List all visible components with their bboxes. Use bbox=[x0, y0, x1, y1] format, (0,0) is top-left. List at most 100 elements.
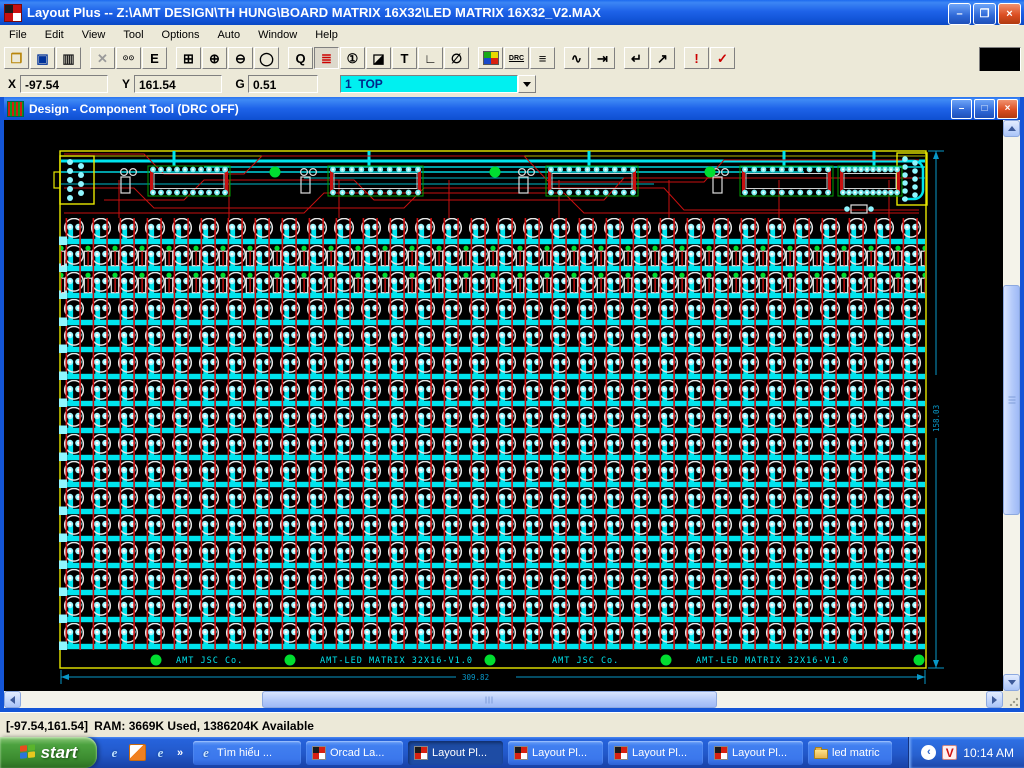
scroll-down-button[interactable] bbox=[1003, 674, 1020, 691]
coordinate-bar: X -97.54 Y 161.54 G 0.51 1 TOP bbox=[0, 71, 1024, 97]
design-window-title: Design - Component Tool (DRC OFF) bbox=[29, 101, 239, 116]
thumb-grip bbox=[1008, 396, 1015, 404]
open-icon: ❒ bbox=[10, 50, 23, 66]
find-icon: ⊙⊙ bbox=[122, 54, 135, 62]
scroll-up-button[interactable] bbox=[1003, 120, 1020, 137]
taskbar-button-label: Layout Pl... bbox=[532, 746, 588, 759]
toolbar-query-button[interactable]: Q bbox=[288, 47, 313, 69]
toolbar-online-drc-button[interactable]: DRC bbox=[504, 47, 529, 69]
toolbar-component-tool-button[interactable]: ① bbox=[340, 47, 365, 69]
menu-edit[interactable]: Edit bbox=[36, 26, 73, 44]
horizontal-scrollbar[interactable] bbox=[4, 691, 1003, 708]
scroll-right-button[interactable] bbox=[986, 691, 1003, 708]
design-maximize-button[interactable]: □ bbox=[974, 99, 995, 119]
toolbar-shove-track-button[interactable]: ⇥ bbox=[590, 47, 615, 69]
toolbar-route-in-button[interactable]: ↵ bbox=[624, 47, 649, 69]
color-rules-icon: ≣ bbox=[321, 50, 332, 66]
toolbar-text-tool-button[interactable]: T bbox=[392, 47, 417, 69]
y-axis-label: Y bbox=[121, 77, 130, 91]
ic-footprint bbox=[837, 165, 903, 197]
menu-tool[interactable]: Tool bbox=[114, 26, 152, 44]
silk-company-text-2: AMT JSC Co. bbox=[552, 656, 619, 666]
toolbar-open-button[interactable]: ❒ bbox=[4, 47, 29, 69]
menu-file[interactable]: File bbox=[0, 26, 36, 44]
resize-grip[interactable] bbox=[1003, 691, 1020, 708]
chevron-more-icon[interactable]: » bbox=[175, 745, 185, 760]
silk-company-text-1: AMT JSC Co. bbox=[176, 656, 243, 666]
pcb-canvas[interactable]: AMT JSC Co. AMT-LED MATRIX 32X16-V1.0 AM… bbox=[4, 120, 1003, 691]
taskbar-button-label: Layout Pl... bbox=[632, 746, 688, 759]
design-window: Design - Component Tool (DRC OFF) – □ × bbox=[0, 97, 1024, 712]
menu-view[interactable]: View bbox=[73, 26, 115, 44]
layer-combo[interactable]: 1 TOP bbox=[340, 75, 536, 93]
connection-tool-icon: ∟ bbox=[424, 50, 437, 66]
menu-options[interactable]: Options bbox=[153, 26, 209, 44]
folder-icon bbox=[814, 747, 828, 759]
toolbar-auto-route-button[interactable]: ∿ bbox=[564, 47, 589, 69]
layer-combo-arrow[interactable] bbox=[518, 75, 536, 93]
toolbar-spreadsheet-button[interactable]: ⊞ bbox=[176, 47, 201, 69]
silk-board-text-1: AMT-LED MATRIX 32X16-V1.0 bbox=[320, 656, 473, 666]
menubar: File Edit View Tool Options Auto Window Help bbox=[0, 25, 1024, 46]
tray-collapse-icon[interactable]: ‹ bbox=[921, 745, 937, 760]
start-button[interactable]: start bbox=[0, 737, 97, 768]
toolbar-obstacle-tool-button[interactable]: ∅ bbox=[444, 47, 469, 69]
toolbar-save-button[interactable]: ▣ bbox=[30, 47, 55, 69]
arrow-left-icon bbox=[10, 695, 15, 704]
minimize-button[interactable]: – bbox=[948, 3, 971, 25]
design-minimize-button[interactable]: – bbox=[951, 99, 972, 119]
taskbar-button-layout-pl-[interactable]: Layout Pl... bbox=[608, 740, 703, 765]
ic-footprint bbox=[517, 165, 639, 197]
internet-explorer-icon[interactable]: e bbox=[107, 745, 122, 760]
toolbar-edit-button[interactable]: E bbox=[142, 47, 167, 69]
vertical-scrollbar[interactable] bbox=[1003, 120, 1020, 691]
system-tray: ‹ V 10:14 AM bbox=[908, 737, 1024, 768]
clock: 10:14 AM bbox=[963, 745, 1014, 760]
toolbar-color-rules-button[interactable]: ≣ bbox=[314, 47, 339, 69]
horizontal-scroll-thumb[interactable] bbox=[262, 691, 717, 708]
y-coordinate-field[interactable]: 161.54 bbox=[134, 75, 222, 93]
quick-launch: e e » bbox=[97, 737, 193, 768]
reconnect-icon: ≡ bbox=[538, 50, 547, 66]
toolbar-pin-tool-button[interactable]: ◪ bbox=[366, 47, 391, 69]
arrow-down-icon bbox=[1007, 680, 1016, 685]
scroll-left-button[interactable] bbox=[4, 691, 21, 708]
vertical-scroll-thumb[interactable] bbox=[1003, 285, 1020, 515]
toolbar-drc-check-button[interactable]: ✓ bbox=[710, 47, 735, 69]
taskbar-button-t-m-hi-u-[interactable]: e Tìm hiểu ... bbox=[193, 740, 301, 765]
layout-icon bbox=[714, 745, 728, 760]
menu-auto[interactable]: Auto bbox=[208, 26, 249, 44]
component-tool-icon: ① bbox=[346, 50, 359, 66]
toolbar-zoom-all-button[interactable]: ◯ bbox=[254, 47, 279, 69]
toolbar-route-edit-button[interactable]: ↗ bbox=[650, 47, 675, 69]
taskbar-button-orcad-la-[interactable]: Orcad La... bbox=[306, 740, 403, 765]
statusbar: [-97.54,161.54] RAM: 3669K Used, 1386204… bbox=[0, 712, 1024, 738]
design-window-titlebar: Design - Component Tool (DRC OFF) – □ × bbox=[4, 97, 1020, 120]
ic-footprint bbox=[300, 165, 424, 197]
taskbar-button-layout-pl-[interactable]: Layout Pl... bbox=[708, 740, 803, 765]
text-tool-icon: T bbox=[400, 50, 409, 66]
toolbar-zoom-out-button[interactable]: ⊖ bbox=[228, 47, 253, 69]
close-button[interactable]: × bbox=[998, 3, 1021, 25]
toolbar-reconnect-button[interactable]: ≡ bbox=[530, 47, 555, 69]
taskbar-button-led-matric[interactable]: led matric bbox=[808, 740, 892, 765]
toolbar-delete-button[interactable]: ✕ bbox=[90, 47, 115, 69]
toolbar-error-markers-button[interactable]: ! bbox=[684, 47, 709, 69]
tray-app-icon[interactable]: V bbox=[942, 745, 958, 760]
toolbar-library-manager-button[interactable]: ▥ bbox=[56, 47, 81, 69]
grid-field[interactable]: 0.51 bbox=[248, 75, 318, 93]
restore-button[interactable]: ❐ bbox=[973, 3, 996, 25]
start-label: start bbox=[40, 742, 78, 762]
toolbar-connection-tool-button[interactable]: ∟ bbox=[418, 47, 443, 69]
menu-window[interactable]: Window bbox=[249, 26, 306, 44]
x-coordinate-field[interactable]: -97.54 bbox=[20, 75, 108, 93]
toolbar-zoom-in-button[interactable]: ⊕ bbox=[202, 47, 227, 69]
taskbar-button-layout-pl-[interactable]: Layout Pl... bbox=[408, 740, 503, 765]
toolbar-color-palette-button[interactable] bbox=[478, 47, 503, 69]
toolbar-find-button[interactable]: ⊙⊙ bbox=[116, 47, 141, 69]
menu-help[interactable]: Help bbox=[306, 26, 347, 44]
paint-app-icon[interactable] bbox=[129, 744, 146, 761]
taskbar-button-layout-pl-[interactable]: Layout Pl... bbox=[508, 740, 603, 765]
design-close-button[interactable]: × bbox=[997, 99, 1018, 119]
internet-explorer-icon[interactable]: e bbox=[153, 745, 168, 760]
